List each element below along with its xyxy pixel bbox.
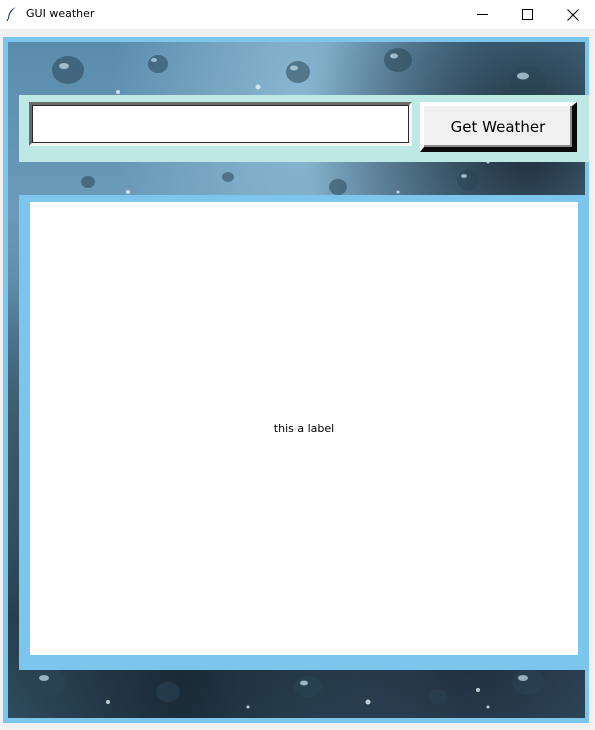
- window-title: GUI weather: [26, 7, 95, 20]
- maximize-button[interactable]: [504, 0, 550, 29]
- close-button[interactable]: [550, 0, 595, 29]
- feather-icon: [5, 6, 19, 22]
- get-weather-button[interactable]: Get Weather: [420, 102, 577, 152]
- maximize-icon: [521, 9, 533, 20]
- minimize-button[interactable]: [459, 0, 505, 29]
- minimize-icon: [476, 9, 488, 20]
- output-frame: this a label: [19, 195, 589, 670]
- city-input[interactable]: [29, 102, 412, 146]
- search-frame: Get Weather: [19, 95, 589, 162]
- background-canvas: Get Weather this a label: [3, 37, 589, 723]
- close-icon: [567, 8, 579, 21]
- title-bar[interactable]: GUI weather: [0, 0, 595, 29]
- app-window: GUI weather Get Weather this a label: [0, 0, 595, 730]
- weather-output-label: this a label: [30, 202, 578, 655]
